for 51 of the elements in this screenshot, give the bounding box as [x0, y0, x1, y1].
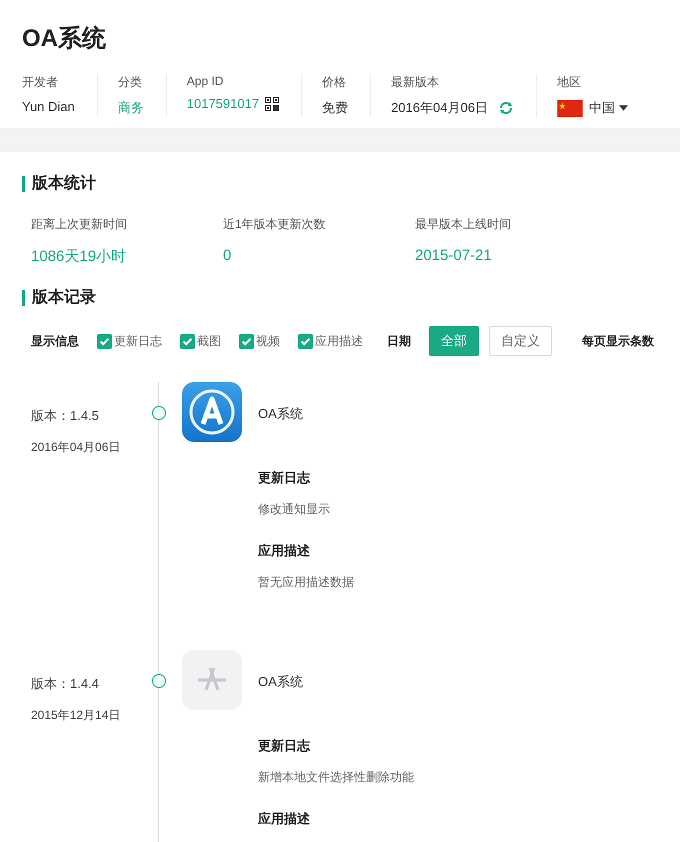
meta-label: App ID	[186, 74, 224, 88]
region-dropdown[interactable]: 中国	[588, 99, 615, 117]
timeline-node	[152, 406, 166, 420]
qr-code-icon[interactable]	[265, 96, 280, 110]
stat-value: 1086天19小时	[31, 247, 128, 266]
filter-checkbox[interactable]: 应用描述	[298, 332, 363, 350]
meta-value: 2016年04月06日	[391, 99, 488, 117]
refresh-icon[interactable]	[498, 100, 514, 116]
timeline-node	[152, 674, 166, 688]
section-text: 暂无应用描述数据	[258, 574, 354, 591]
app-title: OA系统	[22, 24, 107, 54]
section-text: 新增本地文件选择性删除功能	[258, 769, 414, 786]
section-title: 更新日志	[258, 469, 312, 487]
stat-label: 距离上次更新时间	[31, 216, 128, 233]
meta-value: 免费	[322, 99, 348, 117]
section-heading: 版本统计	[22, 176, 680, 192]
stat-label: 近1年版本更新次数	[223, 216, 327, 233]
app-icon	[182, 382, 242, 442]
section-title: 应用描述	[258, 810, 311, 828]
app-name: OA系统	[258, 405, 304, 423]
meta-value: Yun Dian	[22, 99, 75, 114]
version-number: 版本：1.4.5	[31, 407, 100, 425]
stat-value: 2015-07-21	[415, 247, 493, 264]
section-heading: 版本记录	[22, 290, 680, 306]
caret-icon[interactable]	[618, 105, 628, 111]
filter-checkbox[interactable]: 截图	[180, 332, 221, 350]
filter-checkbox[interactable]: 更新日志	[97, 332, 162, 350]
version-date: 2016年04月06日	[31, 439, 122, 456]
app-name: OA系统	[258, 673, 304, 691]
filter-label: 显示信息	[31, 332, 79, 350]
section-text: 修改通知显示	[258, 501, 331, 518]
app-placeholder-icon	[182, 650, 242, 710]
meta-label: 开发者	[22, 74, 59, 91]
version-number: 版本：1.4.4	[31, 675, 100, 693]
stat-value: 0	[223, 247, 232, 264]
flag-icon	[556, 100, 583, 116]
date-filter-button[interactable]: 全部	[429, 326, 479, 356]
version-date: 2015年12月14日	[31, 707, 122, 724]
meta-value: 1017591017	[186, 96, 260, 111]
category-link[interactable]: 商务	[118, 99, 144, 117]
section-title: 应用描述	[258, 542, 311, 560]
meta-label: 最新版本	[391, 74, 440, 91]
meta-label: 地区	[556, 74, 582, 91]
section-title: 更新日志	[258, 737, 312, 755]
date-filter-button[interactable]: 自定义	[489, 326, 552, 356]
meta-label: 价格	[322, 74, 348, 91]
date-label: 日期	[387, 332, 411, 350]
filter-checkbox[interactable]: 视频	[239, 332, 280, 350]
per-page-label: 每页显示条数	[582, 332, 654, 350]
meta-label: 分类	[118, 74, 143, 91]
stat-label: 最早版本上线时间	[415, 216, 512, 233]
